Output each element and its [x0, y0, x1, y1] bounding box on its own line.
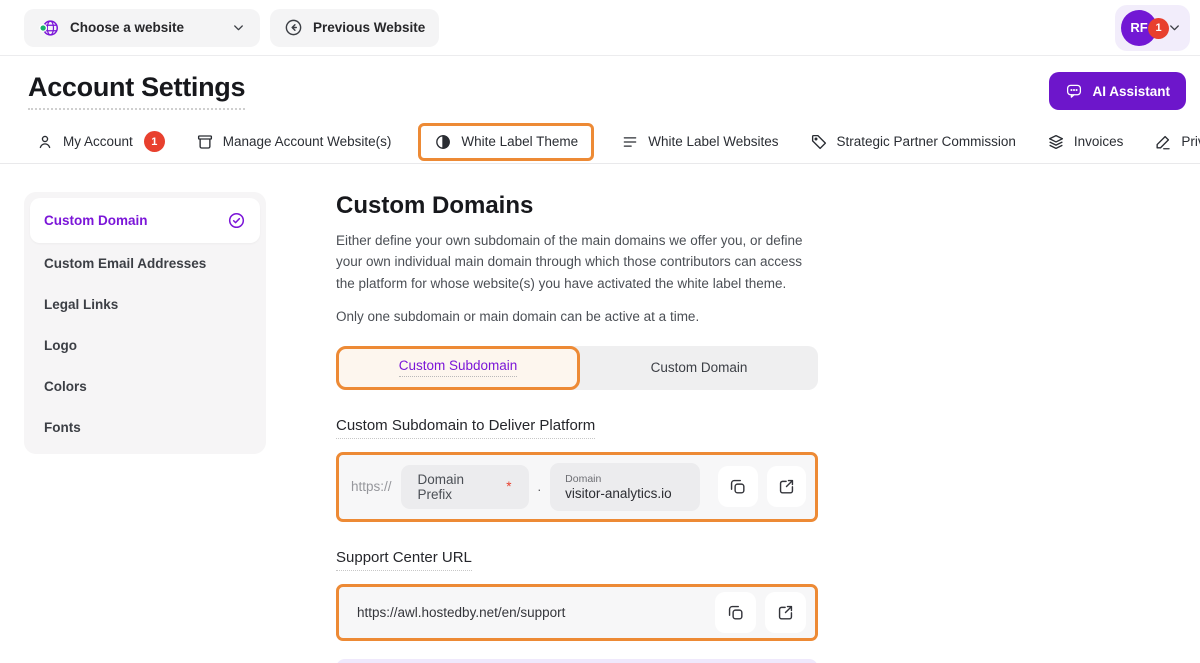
sidebar-item-custom-domain[interactable]: Custom Domain — [30, 198, 260, 243]
tab-badge: 1 — [144, 131, 165, 152]
chevron-down-icon — [231, 20, 246, 35]
tab-privacy-consents[interactable]: Privacy Consents — [1154, 133, 1200, 151]
ai-assistant-button[interactable]: AI Assistant — [1049, 72, 1186, 110]
choose-website-label: Choose a website — [70, 20, 221, 35]
chevron-down-icon — [1167, 20, 1182, 35]
tab-label: Invoices — [1074, 134, 1124, 149]
copy-icon — [726, 603, 745, 622]
tab-invoices[interactable]: Invoices — [1047, 133, 1124, 151]
sidebar-item-label: Colors — [44, 379, 87, 394]
notification-badge: 1 — [1148, 18, 1169, 39]
chat-icon — [1065, 82, 1083, 100]
sidebar-item-fonts[interactable]: Fonts — [30, 407, 260, 448]
content-area: Custom Domain Custom Email Addresses Leg… — [0, 164, 1200, 663]
check-circle-icon — [227, 211, 246, 230]
sidebar-item-label: Logo — [44, 338, 77, 353]
protocol-prefix: https:// — [348, 479, 392, 494]
tab-label: Strategic Partner Commission — [837, 134, 1016, 149]
account-menu[interactable]: RF 1 — [1115, 5, 1190, 51]
sidebar-item-legal-links[interactable]: Legal Links — [30, 284, 260, 325]
tab-label: Manage Account Website(s) — [223, 134, 392, 149]
page-header: Account Settings AI Assistant — [0, 56, 1200, 116]
domain-prefix-input[interactable]: Domain Prefix * — [401, 465, 529, 509]
choose-website-dropdown[interactable]: Choose a website — [24, 9, 260, 47]
tab-label: White Label Websites — [648, 134, 778, 149]
sidebar-item-label: Custom Domain — [44, 213, 148, 228]
support-url-input[interactable]: https://awl.hostedby.net/en/support — [348, 605, 706, 620]
section-note: Only one subdomain or main domain can be… — [336, 309, 818, 324]
domain-type-switch: Custom Subdomain Custom Domain — [336, 346, 818, 390]
arrow-left-circle-icon — [284, 18, 303, 37]
sidebar-item-label: Custom Email Addresses — [44, 256, 206, 271]
pen-icon — [1154, 133, 1172, 151]
domain-prefix-placeholder: Domain Prefix — [418, 472, 503, 502]
tab-label: White Label Theme — [461, 134, 578, 149]
sidebar-item-custom-email-addresses[interactable]: Custom Email Addresses — [30, 243, 260, 284]
external-link-icon — [776, 603, 795, 622]
domain-select[interactable]: Domain visitor-analytics.io — [550, 463, 700, 511]
open-support-url-button[interactable] — [765, 592, 806, 633]
segment-custom-domain[interactable]: Custom Domain — [580, 346, 818, 390]
copy-support-url-button[interactable] — [715, 592, 756, 633]
copy-icon — [728, 477, 747, 496]
page-title: Account Settings — [28, 72, 245, 110]
sidebar-item-logo[interactable]: Logo — [30, 325, 260, 366]
domain-select-label: Domain — [565, 473, 685, 485]
tag-icon — [810, 133, 828, 151]
section-description: Either define your own subdomain of the … — [336, 230, 818, 294]
custom-domains-panel: Custom Domains Either define your own su… — [336, 192, 818, 663]
tab-label: Privacy Consents — [1181, 134, 1200, 149]
tab-my-account[interactable]: My Account 1 — [36, 131, 165, 152]
account-tabs: My Account 1 Manage Account Website(s) W… — [0, 116, 1200, 164]
subdomain-heading: Custom Subdomain to Deliver Platform — [336, 417, 595, 439]
ai-assistant-label: AI Assistant — [1092, 84, 1170, 99]
segment-label: Custom Domain — [651, 360, 748, 375]
copy-subdomain-button[interactable] — [718, 466, 757, 507]
section-title: Custom Domains — [336, 192, 818, 220]
topbar: Choose a website Previous Website RF 1 — [0, 0, 1200, 56]
external-link-icon — [777, 477, 796, 496]
support-url-field-group: https://awl.hostedby.net/en/support — [336, 584, 818, 641]
open-subdomain-button[interactable] — [767, 466, 806, 507]
previous-website-label: Previous Website — [313, 20, 425, 35]
support-url-heading: Support Center URL — [336, 549, 472, 571]
layers-icon — [1047, 133, 1065, 151]
tab-white-label-theme[interactable]: White Label Theme — [418, 123, 594, 161]
tab-white-label-websites[interactable]: White Label Websites — [621, 133, 778, 151]
sidebar-item-colors[interactable]: Colors — [30, 366, 260, 407]
required-mark: * — [506, 479, 511, 494]
subdomain-field-group: https:// Domain Prefix * . Domain visito… — [336, 452, 818, 522]
contrast-icon — [434, 133, 452, 151]
list-icon — [621, 133, 639, 151]
person-icon — [36, 133, 54, 151]
previous-website-button[interactable]: Previous Website — [270, 9, 439, 47]
sidebar-item-label: Legal Links — [44, 297, 118, 312]
segment-label: Custom Subdomain — [399, 358, 518, 377]
tab-label: My Account — [63, 134, 133, 149]
globe-icon — [38, 17, 60, 39]
tab-manage-account-websites[interactable]: Manage Account Website(s) — [196, 133, 392, 151]
domain-select-value: visitor-analytics.io — [565, 486, 685, 501]
segment-custom-subdomain[interactable]: Custom Subdomain — [336, 346, 580, 390]
tab-strategic-partner-commission[interactable]: Strategic Partner Commission — [810, 133, 1016, 151]
save-changes-button[interactable]: Save Changes — [336, 659, 818, 663]
archive-icon — [196, 133, 214, 151]
sidebar-item-label: Fonts — [44, 420, 81, 435]
domain-separator: . — [538, 479, 542, 494]
settings-sidebar: Custom Domain Custom Email Addresses Leg… — [24, 192, 266, 454]
